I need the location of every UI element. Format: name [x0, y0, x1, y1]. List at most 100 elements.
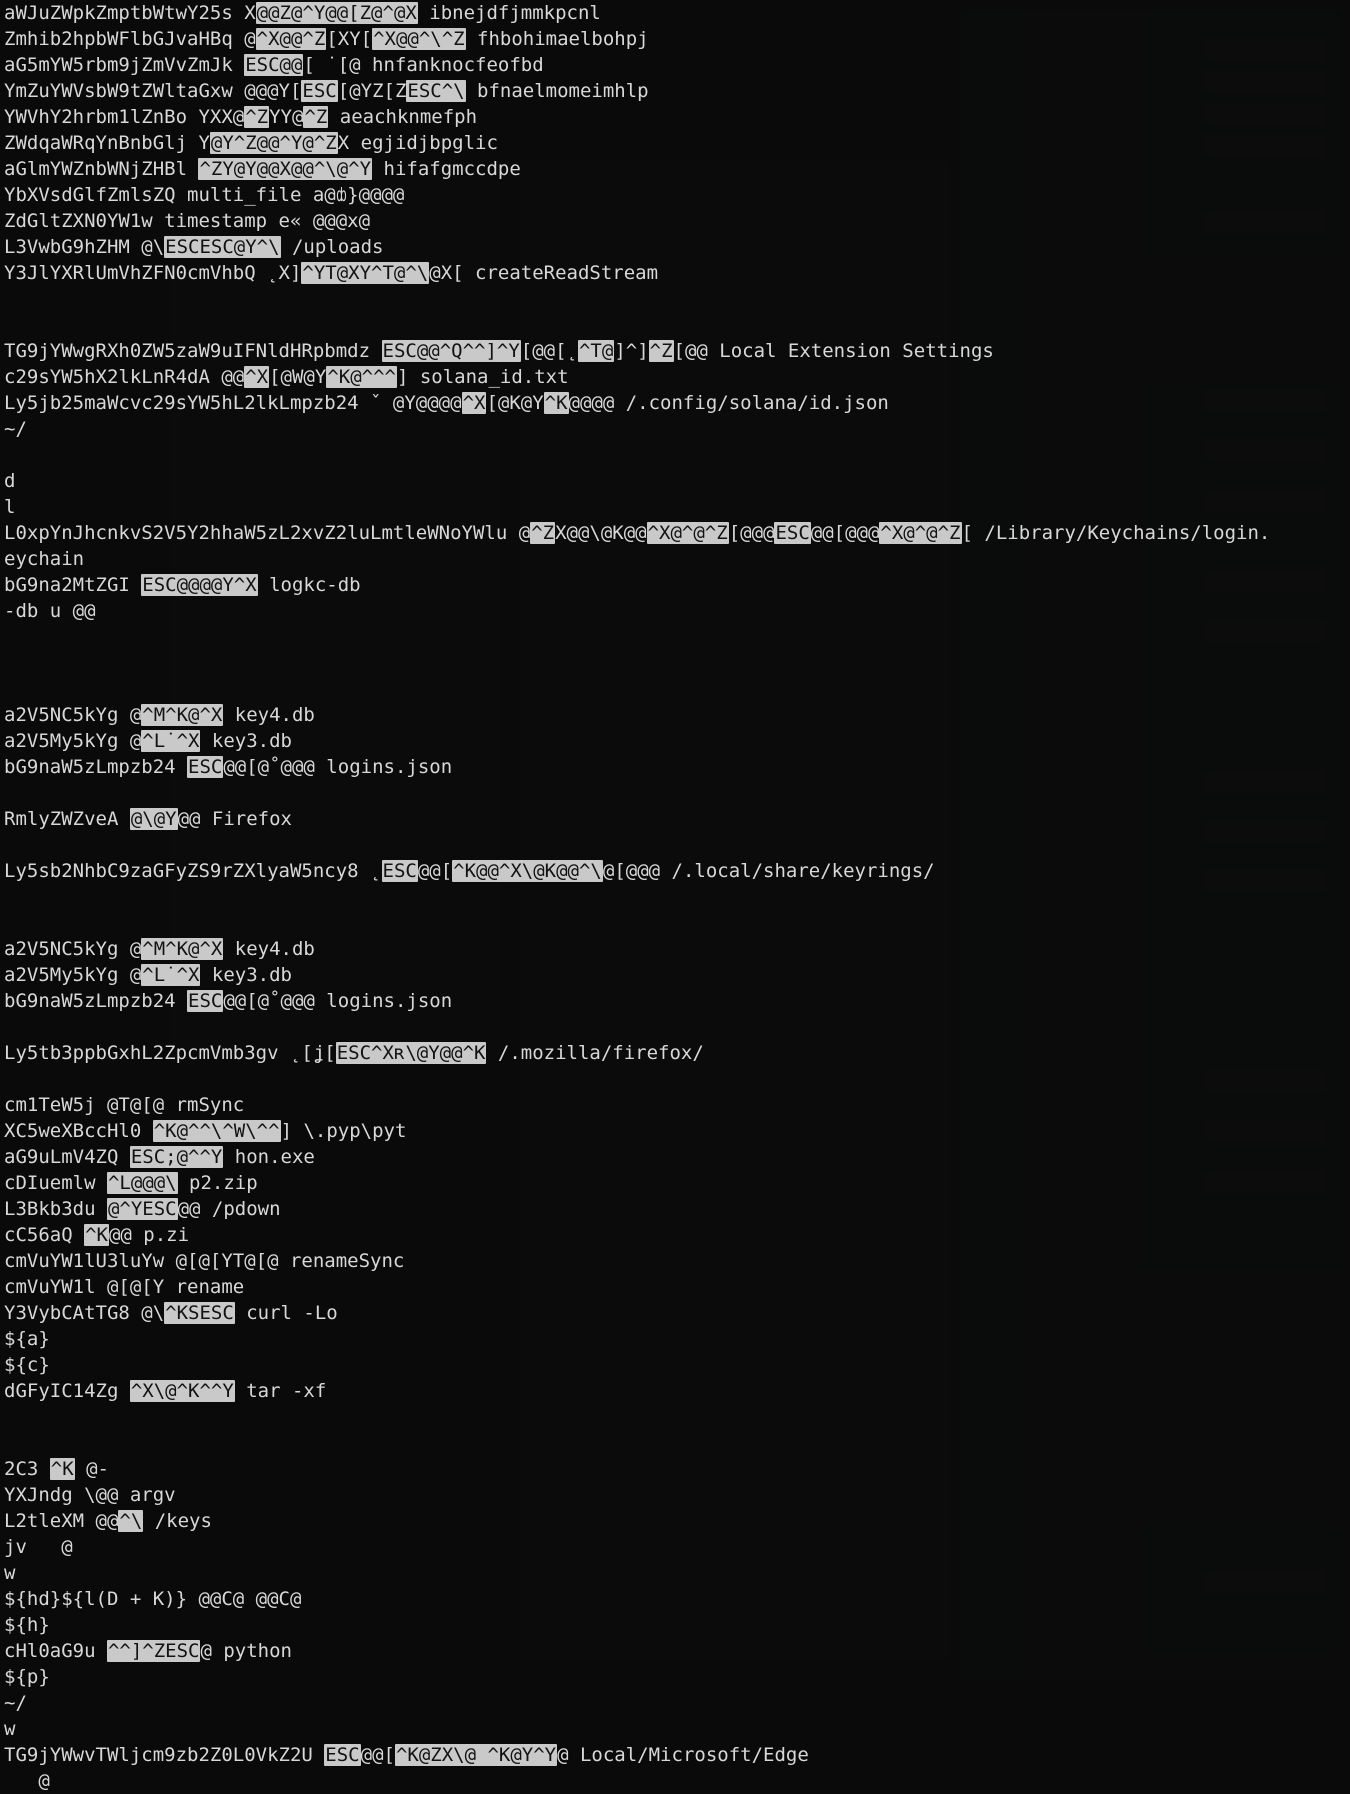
terminal-line: L3VwbG9hZHM @\ESCESC@Y^\ /uploads — [4, 234, 1270, 260]
escape-sequence: ESC — [187, 756, 223, 778]
escape-sequence: ^X@@^\^Z — [372, 28, 466, 50]
text-segment: ~/ — [4, 1692, 27, 1714]
escape-sequence: ^M^K@^X — [141, 938, 223, 960]
terminal-line — [4, 910, 1270, 936]
text-segment: /.mozilla/firefox/ — [486, 1042, 703, 1064]
escape-sequence: @\@Y — [130, 808, 178, 830]
escape-sequence: ^Z — [303, 106, 328, 128]
text-segment: L2tleXM @@ — [4, 1510, 118, 1532]
escape-sequence: ^ZY@Y@@X@@^\@^Y — [198, 158, 372, 180]
terminal-line: a2V5NC5kYg @^M^K@^X key4.db — [4, 936, 1270, 962]
text-segment: hon.exe — [223, 1146, 315, 1168]
terminal-line: Ly5sb2NhbC9zaGFyZS9rZXlyaW5ncy8 ˛ESC@@[^… — [4, 858, 1270, 884]
terminal-output: aWJuZWpkZmptbWtwY25s X@@Z@^Y@@[Z@^@X ibn… — [0, 0, 1274, 1794]
text-segment: l — [4, 496, 15, 518]
text-segment — [4, 288, 15, 310]
text-segment: Ly5sb2NhbC9zaGFyZS9rZXlyaW5ncy8 ˛ — [4, 860, 382, 882]
text-segment: @@[@@@ — [811, 522, 880, 544]
escape-sequence: ^X — [462, 392, 487, 414]
text-segment: w — [4, 1562, 15, 1584]
terminal-line: a2V5NC5kYg @^M^K@^X key4.db — [4, 702, 1270, 728]
text-segment: [ ˙[@ hnfanknocfeofbd — [303, 54, 543, 76]
escape-sequence: ^L@@@\ — [107, 1172, 178, 1194]
escape-sequence: ^KSESC — [164, 1302, 235, 1324]
terminal-line: YbXVsdGlfZmlsZQ multi_file a@ȸ}@@@@ — [4, 182, 1270, 208]
text-segment: TG9jYWwvTWljcm9zb2Z0L0VkZ2U — [4, 1744, 324, 1766]
escape-sequence: ^X\@^K^^Y — [130, 1380, 235, 1402]
terminal-line: Zmhib2hpbWFlbGJvaHBq @^X@@^Z[XY[^X@@^\^Z… — [4, 26, 1270, 52]
escape-sequence: ^K — [84, 1224, 109, 1246]
escape-sequence: ESC^\ — [406, 80, 465, 102]
terminal-line: YmZuYWVsbW9tZWltaGxw @@@Y[ESC[@YZ[ZESC^\… — [4, 78, 1270, 104]
text-segment: @@[ — [361, 1744, 395, 1766]
escape-sequence: ESCESC@Y^\ — [164, 236, 280, 258]
terminal-line: L0xpYnJhcnkvS2V5Y2hhaW5zL2xvZ2luLmtleWNo… — [4, 520, 1270, 546]
terminal-line — [4, 442, 1270, 468]
terminal-line — [4, 286, 1270, 312]
terminal-line — [4, 1404, 1270, 1430]
terminal-line — [4, 312, 1270, 338]
terminal-line: Ly5jb25maWcvc29sYW5hL2lkLmpzb24 ˇ @Y@@@@… — [4, 390, 1270, 416]
text-segment: ] solana_id.txt — [397, 366, 569, 388]
escape-sequence: ^X@^@^Z — [647, 522, 729, 544]
text-segment: dGFyIC14Zg — [4, 1380, 130, 1402]
terminal-line: @ — [4, 1768, 1270, 1794]
text-segment: Ly5jb25maWcvc29sYW5hL2lkLmpzb24 ˇ @Y@@@@ — [4, 392, 462, 414]
terminal-line: dGFyIC14Zg ^X\@^K^^Y tar -xf — [4, 1378, 1270, 1404]
text-segment — [4, 1068, 15, 1090]
escape-sequence: ^YT@XY^T@^\ — [301, 262, 429, 284]
escape-sequence: ESC — [301, 80, 337, 102]
text-segment: @@ p.zi — [109, 1224, 189, 1246]
terminal-line: cC56aQ ^K@@ p.zi — [4, 1222, 1270, 1248]
text-segment: L0xpYnJhcnkvS2V5Y2hhaW5zL2xvZ2luLmtleWNo… — [4, 522, 530, 544]
terminal-line — [4, 1430, 1270, 1456]
text-segment: ${a} — [4, 1328, 50, 1350]
text-segment: ${c} — [4, 1354, 50, 1376]
text-segment: X egjidjbpglic — [338, 132, 498, 154]
terminal-line: -db u @@ — [4, 598, 1270, 624]
text-segment: Y3VybCAtTG8 @\ — [4, 1302, 164, 1324]
terminal-line: ${h} — [4, 1612, 1270, 1638]
text-segment: jv @ — [4, 1536, 73, 1558]
text-segment: /uploads — [281, 236, 384, 258]
text-segment: a2V5NC5kYg @ — [4, 704, 141, 726]
text-segment: @@ Firefox — [178, 808, 292, 830]
text-segment: ${hd}${l(D + K)} @@C@ @@C@ — [4, 1588, 301, 1610]
escape-sequence: ^K — [50, 1458, 75, 1480]
text-segment: aG5mYW5rbm9jZmVvZmJk — [4, 54, 244, 76]
escape-sequence: @Y^Z@@^Y@^Z — [210, 132, 338, 154]
escape-sequence: ^M^K@^X — [141, 704, 223, 726]
escape-sequence: ESC — [382, 860, 418, 882]
text-segment: YWVhY2hrbm1lZnBo YXX@ — [4, 106, 244, 128]
text-segment: @ Local/Microsoft/Edge — [557, 1744, 809, 1766]
text-segment: [@@[˛ — [521, 340, 578, 362]
text-segment: [@@ Local Extension Settings — [674, 340, 994, 362]
text-segment: bG9na2MtZGI — [4, 574, 141, 596]
escape-sequence: ^Z — [649, 340, 674, 362]
text-segment: cDIuemlw — [4, 1172, 107, 1194]
text-segment — [4, 678, 15, 700]
text-segment: bfnaelmomeimhlp — [466, 80, 649, 102]
terminal-line: ~/ — [4, 1690, 1270, 1716]
terminal-line: c29sYW5hX2lkLnR4dA @@^X[@W@Y^K@^^^] sola… — [4, 364, 1270, 390]
text-segment: bG9naW5zLmpzb24 — [4, 990, 187, 1012]
escape-sequence: ESC;@^^Y — [130, 1146, 224, 1168]
text-segment: ~/ — [4, 418, 27, 440]
terminal-line: XC5weXBccHl0 ^K@^^\^W\^^] \.pyp\pyt — [4, 1118, 1270, 1144]
text-segment: a2V5My5kYg @ — [4, 730, 141, 752]
text-segment: ZdGltZXN0YW1w timestamp e« @@@x@ — [4, 210, 370, 232]
terminal-line: cmVuYW1lU3luYw @[@[YT@[@ renameSync — [4, 1248, 1270, 1274]
escape-sequence: ^K@@^X\@K@@^\ — [452, 860, 603, 882]
terminal-line: Y3VybCAtTG8 @\^KSESC curl -Lo — [4, 1300, 1270, 1326]
text-segment: Ly5tb3ppbGxhL2ZpcmVmb3gv ˛[ʝ[ — [4, 1042, 336, 1064]
terminal-line: ZdGltZXN0YW1w timestamp e« @@@x@ — [4, 208, 1270, 234]
terminal-line — [4, 884, 1270, 910]
terminal-line: w — [4, 1560, 1270, 1586]
text-segment: XC5weXBccHl0 — [4, 1120, 153, 1142]
terminal-line: ZWdqaWRqYnBnbGlj Y@Y^Z@@^Y@^ZX egjidjbpg… — [4, 130, 1270, 156]
terminal-line: ~/ — [4, 416, 1270, 442]
text-segment: @ python — [200, 1640, 292, 1662]
escape-sequence: ^L˙^X — [141, 730, 200, 752]
text-segment — [4, 1016, 15, 1038]
terminal-line: l — [4, 494, 1270, 520]
